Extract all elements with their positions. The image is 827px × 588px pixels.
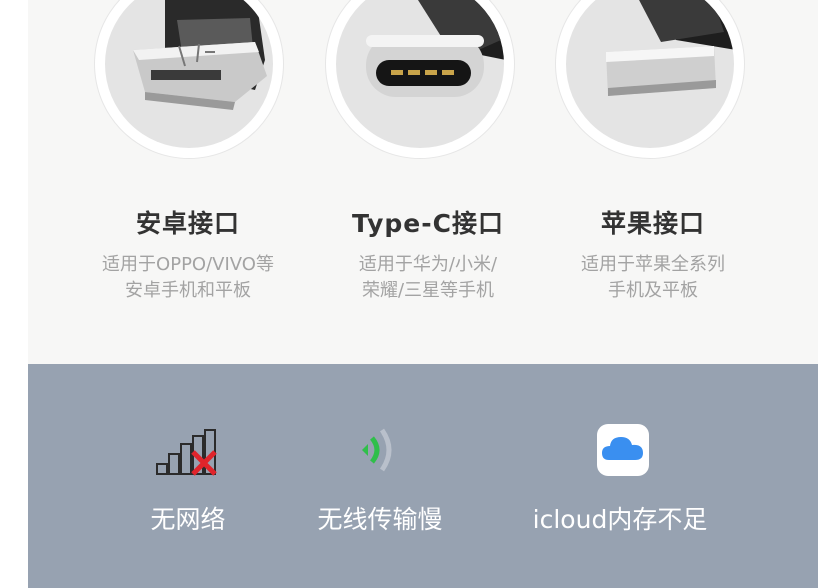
weak-wifi-icon: [362, 428, 392, 472]
connector-title-lightning: 苹果接口: [600, 209, 705, 238]
usb-c-connector-icon: [366, 0, 504, 97]
connector-desc-lightning: 适用于苹果全系列 手机及平板: [523, 252, 783, 304]
connector-title-typec: Type-C接口: [352, 209, 504, 238]
connector-desc-line: 荣耀/三星等手机: [361, 280, 495, 301]
lightning-connector-icon: [606, 0, 734, 96]
connector-desc-line: 安卓手机和平板: [125, 280, 251, 301]
no-signal-icon: [156, 429, 217, 476]
icloud-icon: [597, 424, 649, 476]
connector-desc-line: 适用于OPPO/VIVO等: [102, 254, 274, 275]
micro-usb-connector-icon: [133, 0, 267, 110]
problem-label-icloud-full: icloud内存不足: [532, 505, 708, 534]
connector-desc-android: 适用于OPPO/VIVO等 安卓手机和平板: [58, 252, 318, 304]
connector-desc-line: 适用于苹果全系列: [581, 254, 725, 275]
connector-title-android: 安卓接口: [135, 209, 240, 238]
connector-desc-typec: 适用于华为/小米/ 荣耀/三星等手机: [298, 252, 558, 304]
problem-section: [28, 364, 818, 588]
connector-desc-line: 适用于华为/小米/: [358, 254, 498, 275]
problem-label-slow-wireless: 无线传输慢: [317, 505, 443, 534]
connector-desc-line: 手机及平板: [608, 280, 698, 301]
